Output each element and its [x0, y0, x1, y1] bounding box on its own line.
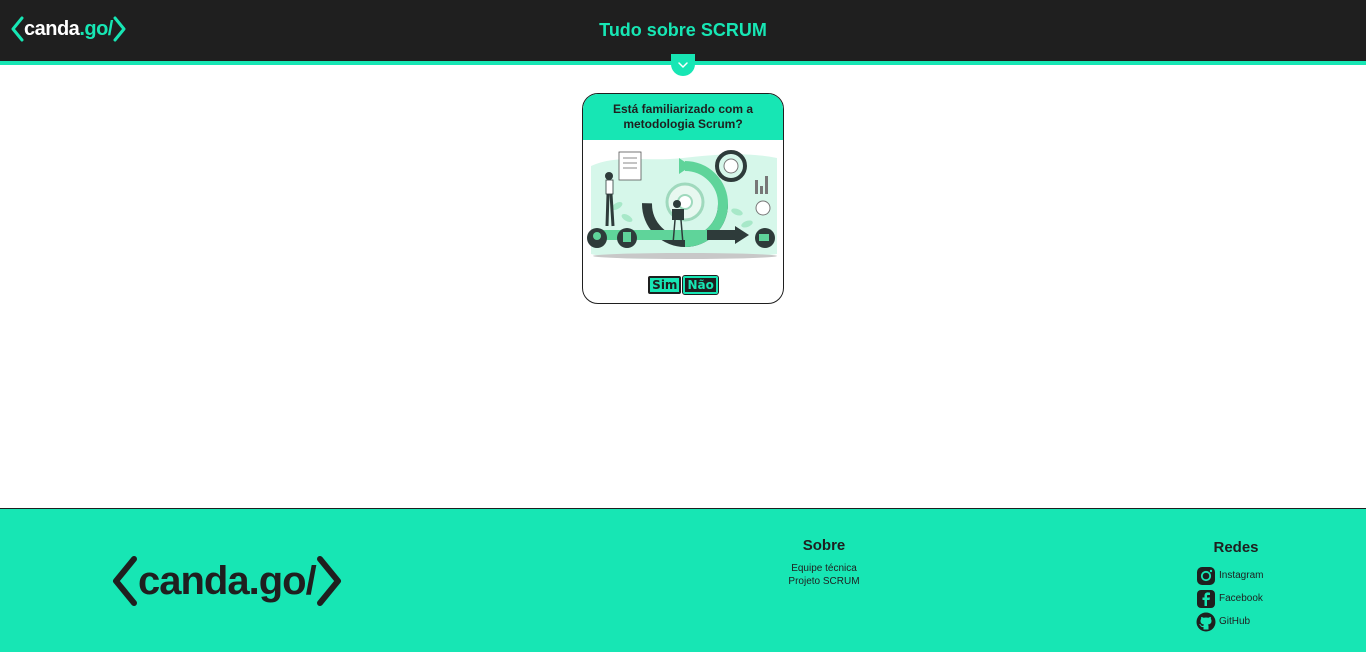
link-equipe-tecnica[interactable]: Equipe técnica [764, 562, 884, 575]
footer-logo-text: canda.go/ [138, 558, 317, 603]
social-facebook-label: Facebook [1219, 593, 1263, 604]
social-instagram-label: Instagram [1219, 570, 1264, 581]
page-title: Tudo sobre SCRUM [599, 20, 767, 40]
footer-logo[interactable]: canda.go/ [110, 555, 344, 607]
social-facebook[interactable]: Facebook [1196, 587, 1276, 610]
footer-sobre-title: Sobre [802, 537, 846, 554]
scroll-down-button[interactable] [671, 54, 695, 76]
top-header: canda.go/ Tudo sobre SCRUM [0, 0, 1366, 61]
chevron-left-icon [113, 556, 137, 606]
instagram-icon [1197, 566, 1215, 585]
quiz-question: Está familiarizado com a metodologia Scr… [612, 102, 754, 131]
github-icon [1196, 612, 1216, 631]
footer-sobre-column: Sobre Equipe técnica Projeto SCRUM [764, 537, 884, 588]
chevron-down-icon [678, 62, 688, 69]
social-github-label: GitHub [1219, 616, 1251, 627]
chevron-right-icon [316, 556, 341, 606]
social-github[interactable]: GitHub [1196, 610, 1276, 633]
page-footer: canda.go/ Sobre Equipe técnica Projeto S… [0, 508, 1366, 652]
footer-redes-column: Redes Instagram Facebook GitHub [1196, 539, 1276, 633]
answer-buttons: Sim Não [583, 275, 783, 295]
facebook-icon [1197, 589, 1215, 608]
footer-redes-title: Redes [1213, 539, 1259, 556]
no-button[interactable]: Não [682, 275, 719, 295]
yes-button[interactable]: Sim [648, 276, 682, 294]
social-instagram[interactable]: Instagram [1196, 564, 1276, 587]
quiz-card-header: Está familiarizado com a metodologia Scr… [583, 94, 783, 140]
scrum-cycle-illustration [587, 150, 777, 259]
link-projeto-scrum[interactable]: Projeto SCRUM [764, 575, 884, 588]
quiz-card: Está familiarizado com a metodologia Scr… [582, 93, 784, 304]
